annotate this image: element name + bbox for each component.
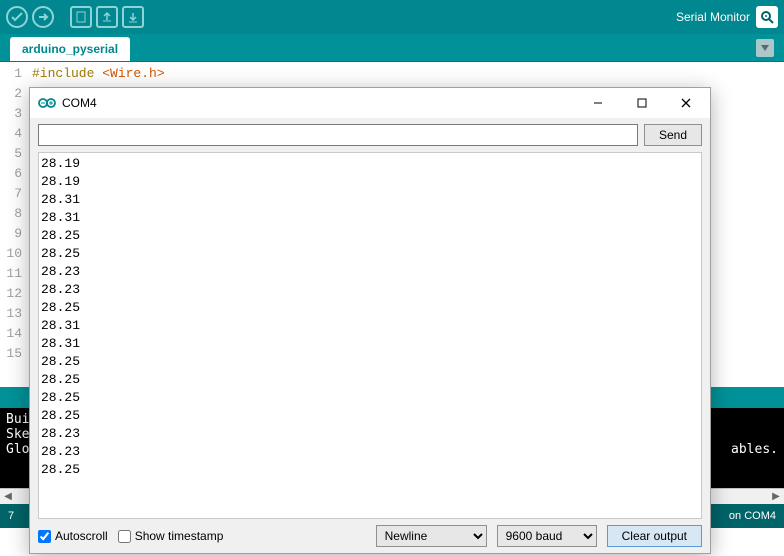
serial-input[interactable]	[38, 124, 638, 146]
footer-line-number: 7	[8, 510, 24, 522]
ide-tabbar: arduino_pyserial	[0, 34, 784, 62]
timestamp-checkbox[interactable]: Show timestamp	[118, 529, 224, 543]
serial-output-line: 28.23	[41, 281, 699, 299]
serial-output-line: 28.25	[41, 389, 699, 407]
serial-output-line: 28.25	[41, 461, 699, 479]
maximize-button[interactable]	[620, 88, 664, 118]
gutter-line: 10	[0, 246, 26, 266]
dialog-titlebar[interactable]: COM4	[30, 88, 710, 118]
console-line: Bui	[6, 412, 29, 427]
new-file-button[interactable]	[70, 6, 92, 28]
serial-output-line: 28.25	[41, 245, 699, 263]
ide-toolbar: Serial Monitor	[0, 0, 784, 34]
console-line: Glo	[6, 442, 29, 457]
serial-output-line: 28.19	[41, 173, 699, 191]
gutter-line: 2	[0, 86, 26, 106]
serial-output-line: 28.31	[41, 191, 699, 209]
line-ending-select[interactable]: No line endingNewlineCarriage returnBoth…	[376, 525, 487, 547]
clear-output-button[interactable]: Clear output	[607, 525, 702, 547]
console-line: ables.	[731, 442, 778, 457]
minimize-button[interactable]	[576, 88, 620, 118]
baud-select[interactable]: 300 baud1200 baud2400 baud4800 baud9600 …	[497, 525, 597, 547]
gutter-line: 15	[0, 346, 26, 366]
serial-output-line: 28.23	[41, 443, 699, 461]
upload-button[interactable]	[32, 6, 54, 28]
autoscroll-label: Autoscroll	[55, 529, 108, 543]
gutter-line: 9	[0, 226, 26, 246]
autoscroll-checkbox[interactable]: Autoscroll	[38, 529, 108, 543]
gutter-line: 14	[0, 326, 26, 346]
serial-output-line: 28.25	[41, 353, 699, 371]
scroll-left-icon[interactable]: ◀	[0, 489, 16, 505]
save-file-button[interactable]	[122, 6, 144, 28]
gutter-line: 7	[0, 186, 26, 206]
gutter-line: 11	[0, 266, 26, 286]
footer-port-info: on COM4	[729, 510, 776, 522]
serial-output-line: 28.31	[41, 209, 699, 227]
serial-output-line: 28.31	[41, 317, 699, 335]
open-file-button[interactable]	[96, 6, 118, 28]
serial-output-line: 28.23	[41, 263, 699, 281]
timestamp-label: Show timestamp	[135, 529, 224, 543]
gutter-line: 4	[0, 126, 26, 146]
editor-gutter: 123456789101112131415	[0, 62, 26, 387]
gutter-line: 3	[0, 106, 26, 126]
sketch-tab[interactable]: arduino_pyserial	[10, 37, 130, 61]
send-button[interactable]: Send	[644, 124, 702, 146]
gutter-line: 5	[0, 146, 26, 166]
code-include: <Wire.h>	[102, 66, 164, 81]
arduino-logo-icon	[38, 97, 56, 109]
serial-monitor-button[interactable]	[756, 6, 778, 28]
code-directive: #include	[32, 66, 102, 81]
scroll-right-icon[interactable]: ▶	[768, 489, 784, 505]
verify-button[interactable]	[6, 6, 28, 28]
dialog-title: COM4	[62, 96, 576, 110]
gutter-line: 8	[0, 206, 26, 226]
serial-output-line: 28.25	[41, 407, 699, 425]
serial-output-line: 28.31	[41, 335, 699, 353]
close-button[interactable]	[664, 88, 708, 118]
gutter-line: 6	[0, 166, 26, 186]
gutter-line: 12	[0, 286, 26, 306]
serial-output[interactable]: 28.1928.1928.3128.3128.2528.2528.2328.23…	[38, 152, 702, 519]
gutter-line: 13	[0, 306, 26, 326]
serial-output-line: 28.19	[41, 155, 699, 173]
serial-output-line: 28.25	[41, 227, 699, 245]
serial-monitor-label: Serial Monitor	[676, 10, 750, 24]
serial-monitor-dialog: COM4 Send 28.1928.1928.3128.3128.2528.25…	[29, 87, 711, 554]
serial-output-line: 28.23	[41, 425, 699, 443]
serial-output-line: 28.25	[41, 371, 699, 389]
gutter-line: 1	[0, 66, 26, 86]
console-line: Ske	[6, 427, 29, 442]
tab-menu-button[interactable]	[756, 39, 774, 57]
serial-output-line: 28.25	[41, 299, 699, 317]
